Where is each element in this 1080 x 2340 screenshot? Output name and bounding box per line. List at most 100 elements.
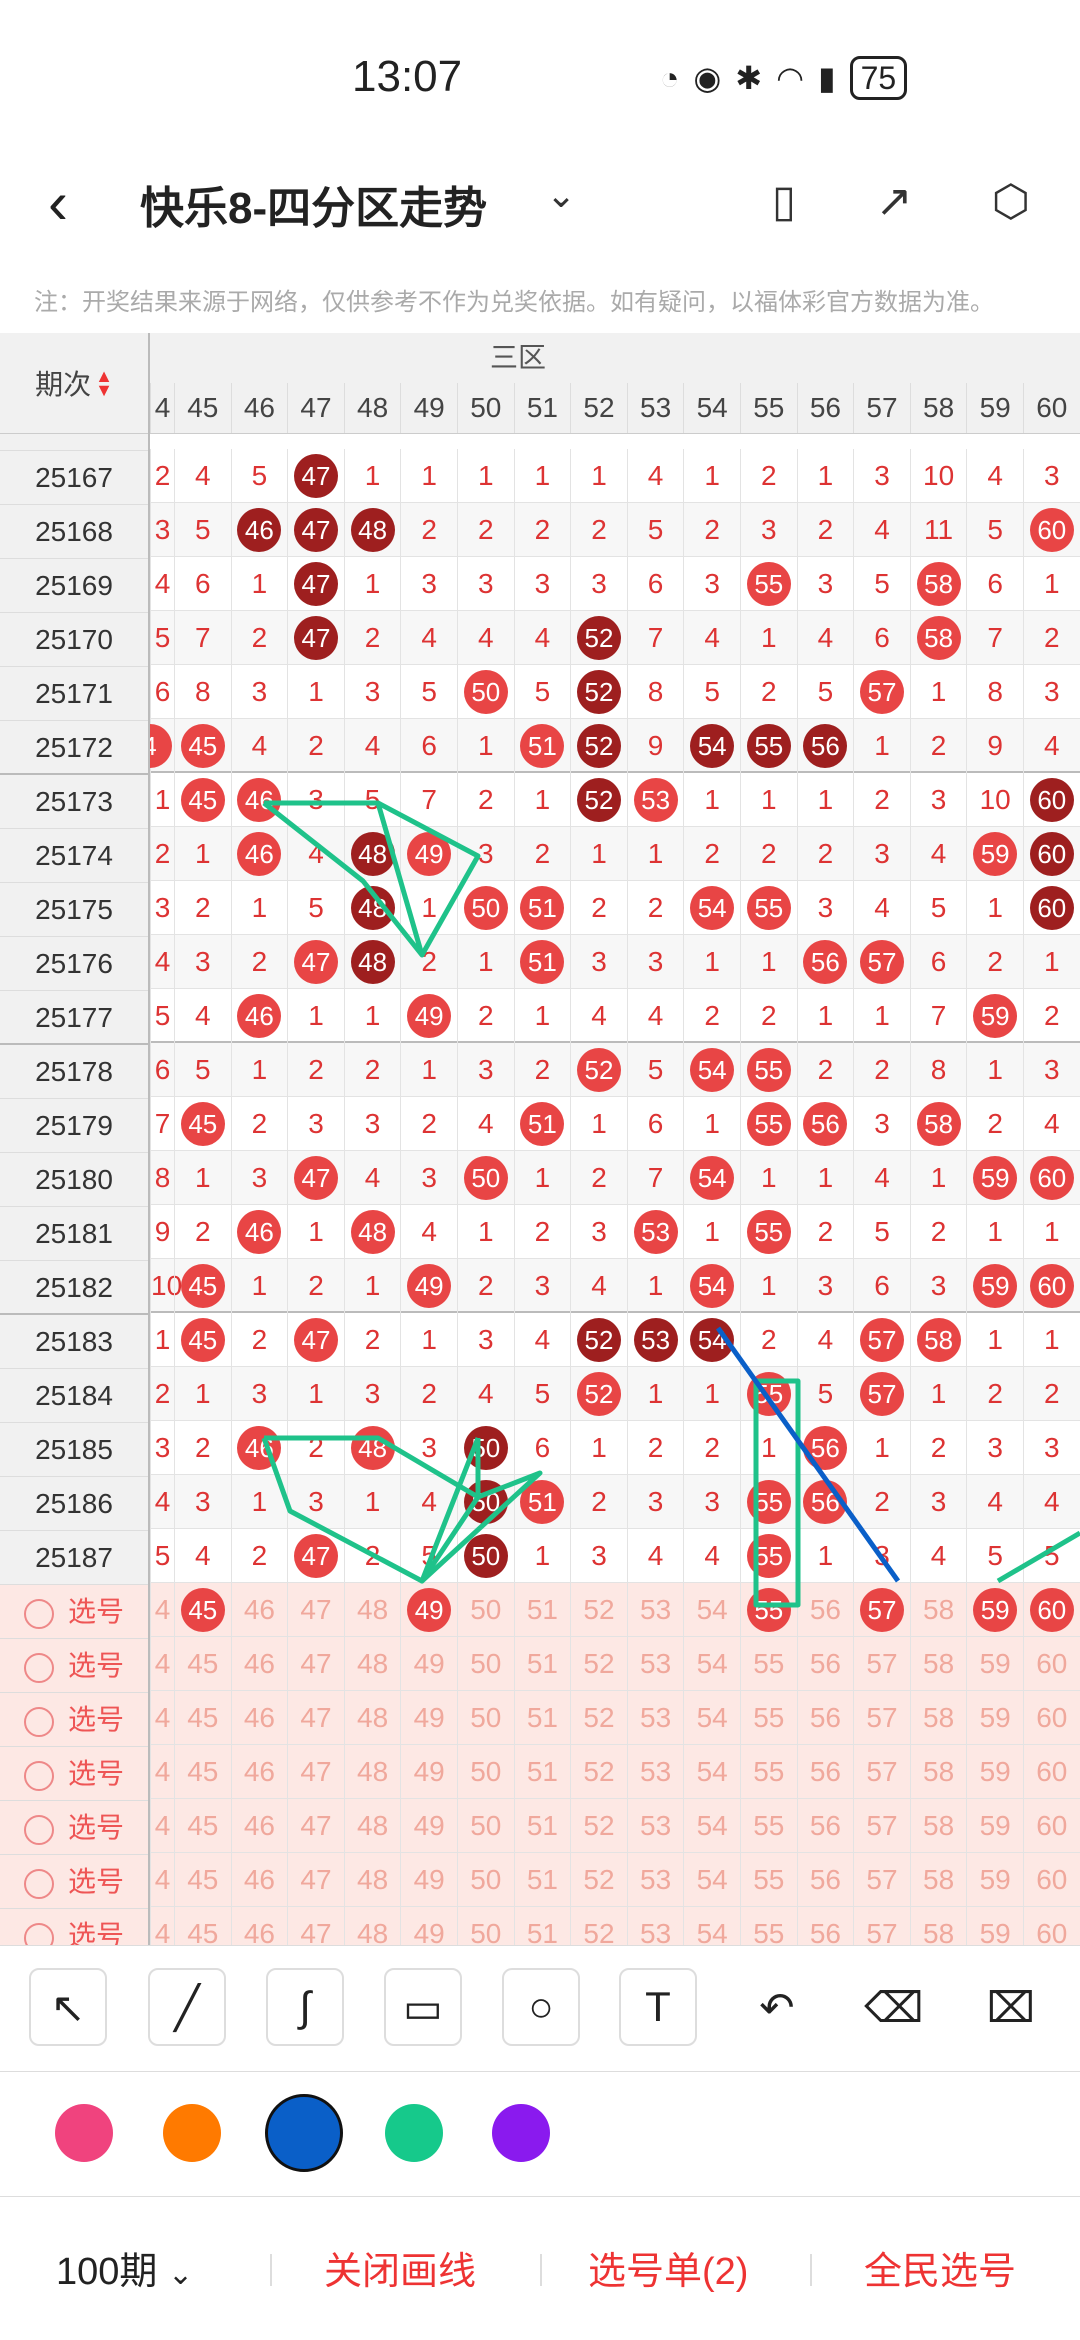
- table-cell[interactable]: 48: [343, 1637, 401, 1691]
- number-ball[interactable]: 55: [746, 1588, 791, 1632]
- table-cell[interactable]: 54: [683, 1745, 740, 1799]
- color-swatch[interactable]: [265, 2094, 343, 2172]
- pick-row[interactable]: 4 45 46 47 48 49 50 51 52 53 54 55 56 57 58 59 60: [150, 1637, 1080, 1691]
- table-cell[interactable]: 50: [457, 1853, 514, 1907]
- number-ball[interactable]: 59: [973, 1588, 1018, 1632]
- sort-icon[interactable]: ▲ ▼: [95, 367, 113, 399]
- circle-tool-icon[interactable]: ○: [502, 1968, 580, 2046]
- table-cell[interactable]: 54: [683, 1691, 740, 1745]
- table-cell[interactable]: 48: [343, 1745, 401, 1799]
- settings-icon[interactable]: ⬡: [985, 176, 1037, 228]
- table-cell[interactable]: 53: [626, 1799, 684, 1853]
- table-cell[interactable]: 48: [343, 1583, 401, 1637]
- table-cell[interactable]: 48: [343, 1691, 401, 1745]
- table-cell[interactable]: 4: [150, 1907, 174, 1945]
- text-tool-icon[interactable]: T: [619, 1968, 697, 2046]
- close-draw-button[interactable]: 关闭画线: [324, 2240, 476, 2295]
- table-cell[interactable]: 52: [570, 1907, 627, 1945]
- eraser-icon[interactable]: ⌫: [855, 1968, 933, 2046]
- table-cell[interactable]: 49: [400, 1583, 457, 1637]
- table-cell[interactable]: 48: [343, 1907, 401, 1945]
- table-cell[interactable]: 52: [570, 1637, 627, 1691]
- table-cell[interactable]: 47: [287, 1799, 344, 1853]
- table-cell[interactable]: 4: [150, 1583, 174, 1637]
- pick-row[interactable]: 4 45 46 47 48 49 50 51 52 53 54 55 56 57 58 59 60: [150, 1691, 1080, 1745]
- table-cell[interactable]: 46: [230, 1799, 288, 1853]
- table-cell[interactable]: 58: [909, 1853, 967, 1907]
- radio-circle-icon[interactable]: [23, 1814, 54, 1845]
- table-cell[interactable]: 56: [796, 1853, 854, 1907]
- table-cell[interactable]: 59: [966, 1799, 1023, 1853]
- table-cell[interactable]: 55: [740, 1745, 797, 1799]
- color-swatch[interactable]: [55, 2104, 113, 2162]
- table-cell[interactable]: 52: [570, 1745, 627, 1799]
- curve-tool-icon[interactable]: ∫: [266, 1968, 344, 2046]
- table-cell[interactable]: 51: [513, 1637, 571, 1691]
- table-cell[interactable]: 56: [796, 1907, 854, 1945]
- table-cell[interactable]: 60: [1023, 1799, 1080, 1853]
- chevron-down-icon[interactable]: ⌄: [546, 174, 576, 216]
- table-cell[interactable]: 55: [740, 1907, 797, 1945]
- radio-circle-icon[interactable]: [23, 1598, 54, 1629]
- table-cell[interactable]: 45: [174, 1907, 231, 1945]
- table-cell[interactable]: 55: [740, 1853, 797, 1907]
- line-tool-icon[interactable]: ╱: [148, 1968, 226, 2046]
- table-cell[interactable]: 60: [1023, 1691, 1080, 1745]
- table-cell[interactable]: 54: [683, 1907, 740, 1945]
- table-cell[interactable]: 45: [174, 1691, 231, 1745]
- table-cell[interactable]: 58: [909, 1691, 967, 1745]
- table-cell[interactable]: 57: [853, 1583, 910, 1637]
- table-cell[interactable]: 45: [174, 1583, 231, 1637]
- table-cell[interactable]: 49: [400, 1745, 457, 1799]
- table-cell[interactable]: 58: [909, 1799, 967, 1853]
- table-cell[interactable]: 52: [570, 1853, 627, 1907]
- pick-row[interactable]: 4 45 46 47 48 49 50 51 52 53 54 55 56 57 58 59 60: [150, 1583, 1080, 1637]
- table-cell[interactable]: 4: [150, 1637, 174, 1691]
- table-cell[interactable]: 51: [513, 1745, 571, 1799]
- table-cell[interactable]: 50: [457, 1691, 514, 1745]
- number-ball[interactable]: 49: [407, 1588, 452, 1632]
- radio-circle-icon[interactable]: [23, 1652, 54, 1683]
- table-cell[interactable]: 53: [626, 1691, 684, 1745]
- table-cell[interactable]: 50: [457, 1745, 514, 1799]
- table-cell[interactable]: 53: [626, 1907, 684, 1945]
- table-cell[interactable]: 50: [457, 1637, 514, 1691]
- share-icon[interactable]: ↗: [868, 176, 920, 228]
- rectangle-tool-icon[interactable]: ▭: [384, 1968, 462, 2046]
- table-cell[interactable]: 57: [853, 1745, 910, 1799]
- table-cell[interactable]: 56: [796, 1799, 854, 1853]
- table-cell[interactable]: 47: [287, 1583, 344, 1637]
- table-cell[interactable]: 53: [626, 1637, 684, 1691]
- table-cell[interactable]: 48: [343, 1853, 401, 1907]
- table-cell[interactable]: 45: [174, 1745, 231, 1799]
- table-cell[interactable]: 58: [909, 1583, 967, 1637]
- table-cell[interactable]: 45: [174, 1799, 231, 1853]
- table-cell[interactable]: 4: [150, 1853, 174, 1907]
- table-cell[interactable]: 60: [1023, 1907, 1080, 1945]
- table-cell[interactable]: 51: [513, 1853, 571, 1907]
- page-title[interactable]: 快乐8-四分区走势: [140, 172, 487, 236]
- table-cell[interactable]: 60: [1023, 1853, 1080, 1907]
- table-cell[interactable]: 45: [174, 1637, 231, 1691]
- table-cell[interactable]: 4: [150, 1799, 174, 1853]
- period-count-select[interactable]: 100期 ⌄: [56, 2240, 193, 2295]
- table-cell[interactable]: 55: [740, 1637, 797, 1691]
- table-cell[interactable]: 49: [400, 1853, 457, 1907]
- pick-row-label[interactable]: 选号: [0, 1909, 148, 1945]
- number-ball[interactable]: 45: [180, 1588, 225, 1632]
- table-cell[interactable]: 49: [400, 1691, 457, 1745]
- table-cell[interactable]: 49: [400, 1907, 457, 1945]
- table-cell[interactable]: 46: [230, 1637, 288, 1691]
- undo-icon[interactable]: ↶: [738, 1968, 816, 2046]
- table-cell[interactable]: 48: [343, 1799, 401, 1853]
- table-cell[interactable]: 56: [796, 1583, 854, 1637]
- pick-row[interactable]: 4 45 46 47 48 49 50 51 52 53 54 55 56 57 58 59 60: [150, 1907, 1080, 1945]
- table-cell[interactable]: 58: [909, 1637, 967, 1691]
- table-cell[interactable]: 54: [683, 1637, 740, 1691]
- table-cell[interactable]: 46: [230, 1853, 288, 1907]
- pick-row-label[interactable]: 选号: [0, 1693, 148, 1747]
- table-cell[interactable]: 52: [570, 1799, 627, 1853]
- table-cell[interactable]: 46: [230, 1691, 288, 1745]
- back-arrow-icon[interactable]: ‹: [48, 168, 68, 237]
- color-swatch[interactable]: [385, 2104, 443, 2162]
